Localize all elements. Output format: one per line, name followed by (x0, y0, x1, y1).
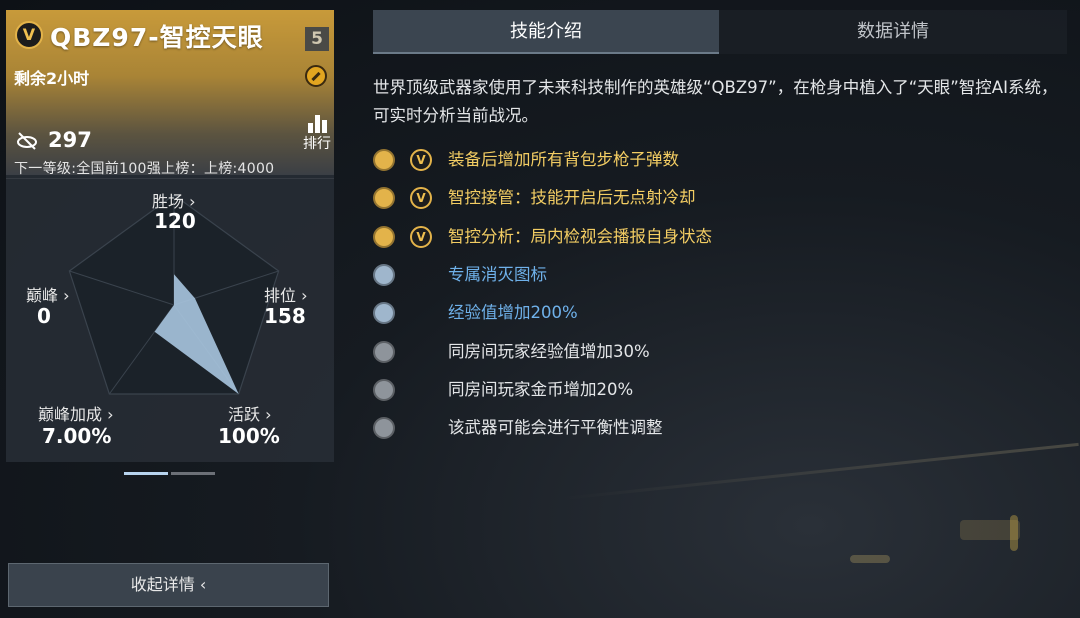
page-dot-1[interactable] (124, 472, 168, 475)
background-casing (850, 555, 890, 563)
hero-v-badge-icon (15, 21, 43, 49)
stat-value-activity: 100% (218, 424, 280, 448)
skill-text: 同房间玩家金币增加20% (448, 379, 634, 399)
stat-label-peak-bonus[interactable]: 巅峰加成 › (38, 401, 114, 425)
info-icon (373, 187, 395, 210)
skill-text: 装备后增加所有背包步枪子弹数 (448, 150, 679, 169)
next-level-info: 下一等级:全国前100强上榜：上榜:4000 (14, 161, 275, 177)
hero-v-badge-icon (410, 225, 432, 248)
ranking-chart-icon[interactable] (306, 111, 330, 133)
tab-skill-intro[interactable]: 技能介绍 (373, 10, 719, 54)
analysis-icon (373, 225, 395, 248)
skill-text: 智控接管：技能开启后无点射冷却 (448, 188, 696, 208)
weapon-title: QBZ97-智控天眼 (50, 23, 264, 52)
stat-value-ranked: 158 (264, 304, 306, 328)
tab-data-details[interactable]: 数据详情 (719, 10, 1067, 54)
background-streak (561, 442, 1079, 501)
stat-value-peak: 0 (37, 304, 51, 328)
ranking-label[interactable]: 排行 (303, 133, 331, 153)
ammo-icon (373, 149, 395, 171)
skill-text: 专属消灭图标 (448, 264, 547, 284)
stat-label-ranked[interactable]: 排位 › (264, 282, 308, 306)
hero-v-badge-icon (410, 149, 432, 171)
weapon-card-header: QBZ97-智控天眼 5 剩余2小时 297 排行 下一等级:全国前100强上榜… (6, 10, 334, 177)
weapon-description: 世界顶级武器家使用了未来科技制作的英雄级“QBZ97”，在枪身中植入了“天眼”智… (373, 78, 1058, 125)
tier-badge: 5 (305, 27, 329, 51)
card-divider (6, 178, 334, 179)
skill-text: 经验值增加200% (448, 303, 578, 323)
remaining-time: 剩余2小时 (14, 69, 90, 88)
stat-value-peak-bonus: 7.00% (42, 424, 112, 448)
collapse-details-button[interactable]: 收起详情 ‹ (8, 563, 329, 607)
stat-label-activity[interactable]: 活跃 › (228, 401, 272, 425)
balance-icon (373, 417, 395, 440)
expiry-icon[interactable] (305, 65, 327, 87)
team-exp-icon (373, 340, 395, 363)
stat-label-peak[interactable]: 巅峰 › (26, 282, 70, 306)
weapon-card: QBZ97-智控天眼 5 剩余2小时 297 排行 下一等级:全国前100强上榜… (6, 10, 334, 462)
page-dot-2[interactable] (171, 472, 215, 475)
hero-v-badge-icon (410, 187, 432, 210)
coin-icon (373, 378, 395, 401)
hidden-eye-icon (17, 132, 37, 150)
score-value: 297 (48, 128, 92, 152)
tab-bar: 技能介绍 数据详情 (373, 10, 1067, 54)
skill-text: 该武器可能会进行平衡性调整 (448, 418, 663, 438)
background-shell (1010, 515, 1018, 551)
stat-value-wins: 120 (154, 209, 196, 233)
skill-text: 同房间玩家经验值增加30% (448, 341, 650, 361)
exp-icon (373, 302, 395, 325)
skill-text: 智控分析：局内检视会播报自身状态 (448, 226, 712, 246)
kill-icon (373, 263, 395, 286)
